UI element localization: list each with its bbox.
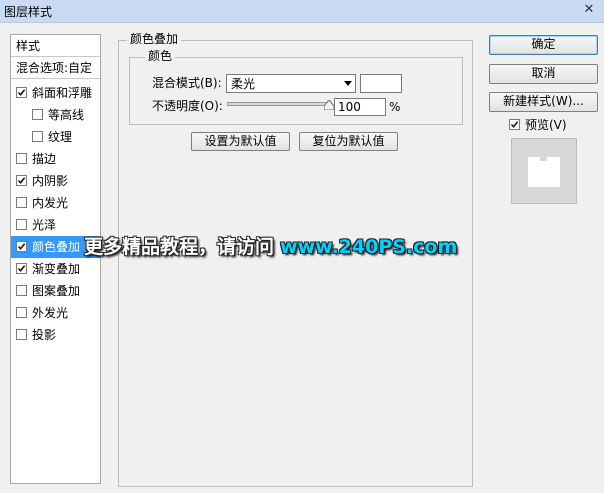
style-checkbox[interactable] xyxy=(32,109,43,120)
style-item-label: 斜面和浮雕 xyxy=(32,86,93,100)
blend-mode-select[interactable]: 柔光 xyxy=(226,74,356,93)
window-title: 图层样式 xyxy=(4,5,53,19)
ok-button[interactable]: 确定 xyxy=(489,35,598,55)
set-default-button[interactable]: 设置为默认值 xyxy=(191,132,290,151)
style-list-item[interactable]: 图案叠加 xyxy=(11,280,100,302)
style-item-label: 纹理 xyxy=(48,130,73,144)
style-checkbox[interactable] xyxy=(16,153,27,164)
blend-options-item[interactable]: 混合选项:自定 xyxy=(11,57,100,79)
style-item-label: 描边 xyxy=(32,152,57,166)
style-checkbox[interactable] xyxy=(16,285,27,296)
style-checkbox[interactable] xyxy=(16,307,27,318)
blend-mode-label: 混合模式(B): xyxy=(152,76,222,90)
style-checkbox[interactable] xyxy=(16,87,27,98)
watermark-url: www.240PS.com xyxy=(280,236,458,258)
chevron-down-icon xyxy=(344,81,352,86)
style-checkbox[interactable] xyxy=(16,197,27,208)
style-item-label: 等高线 xyxy=(48,108,85,122)
style-item-label: 投影 xyxy=(32,328,57,342)
reset-default-button[interactable]: 复位为默认值 xyxy=(299,132,398,151)
layer-style-dialog: 图层样式 ✕ 样式 混合选项:自定 斜面和浮雕 等高线 纹理 描边 内阴影 内发光 光泽 颜色… xyxy=(0,0,604,493)
color-group-title: 颜色 xyxy=(145,49,176,63)
style-checkbox[interactable] xyxy=(16,329,27,340)
preview-notch xyxy=(540,157,547,161)
preview-label: 预览(V) xyxy=(525,118,567,132)
style-checkbox[interactable] xyxy=(32,131,43,142)
style-item-label: 图案叠加 xyxy=(32,284,81,298)
style-list-item[interactable]: 外发光 xyxy=(11,302,100,324)
style-item-label: 内阴影 xyxy=(32,174,69,188)
title-bar: 图层样式 ✕ xyxy=(0,0,604,23)
style-list-item[interactable]: 内发光 xyxy=(11,192,100,214)
style-item-label: 渐变叠加 xyxy=(32,262,81,276)
style-list-item[interactable]: 投影 xyxy=(11,324,100,346)
preview-checkbox[interactable] xyxy=(509,119,520,130)
blend-mode-value: 柔光 xyxy=(231,77,256,91)
style-checkbox[interactable] xyxy=(16,263,27,274)
close-icon[interactable]: ✕ xyxy=(580,2,598,18)
style-list-header[interactable]: 样式 xyxy=(11,35,100,57)
opacity-input[interactable]: 100 xyxy=(334,98,386,116)
style-list-item[interactable]: 内阴影 xyxy=(11,170,100,192)
style-list: 样式 混合选项:自定 斜面和浮雕等高线纹理描边内阴影内发光光泽颜色叠加渐变叠加图… xyxy=(10,34,101,484)
style-list-item[interactable]: 等高线 xyxy=(11,104,100,126)
style-list-item[interactable]: 纹理 xyxy=(11,126,100,148)
opacity-label: 不透明度(O): xyxy=(152,99,223,113)
style-item-label: 光泽 xyxy=(32,218,57,232)
style-item-label: 外发光 xyxy=(32,306,69,320)
opacity-unit: % xyxy=(389,100,401,114)
style-checkbox[interactable] xyxy=(16,175,27,186)
style-item-label: 颜色叠加 xyxy=(32,240,81,254)
cancel-button[interactable]: 取消 xyxy=(489,64,598,84)
style-checkbox[interactable] xyxy=(16,219,27,230)
color-swatch[interactable] xyxy=(360,74,402,93)
style-list-item[interactable]: 渐变叠加 xyxy=(11,258,100,280)
style-item-label: 内发光 xyxy=(32,196,69,210)
watermark: 更多精品教程，请访问 www.240PS.com xyxy=(84,232,457,259)
preview-toggle[interactable]: 预览(V) xyxy=(509,117,567,133)
panel-title: 颜色叠加 xyxy=(127,32,182,46)
style-preview xyxy=(511,138,577,204)
opacity-slider-thumb[interactable] xyxy=(324,100,334,110)
watermark-text: 更多精品教程，请访问 xyxy=(84,236,275,258)
style-checkbox[interactable] xyxy=(16,241,27,252)
opacity-slider-track[interactable] xyxy=(227,102,329,106)
new-style-button[interactable]: 新建样式(W)... xyxy=(489,92,598,112)
style-list-item[interactable]: 描边 xyxy=(11,148,100,170)
preview-swatch xyxy=(528,157,560,187)
style-list-item[interactable]: 斜面和浮雕 xyxy=(11,82,100,104)
